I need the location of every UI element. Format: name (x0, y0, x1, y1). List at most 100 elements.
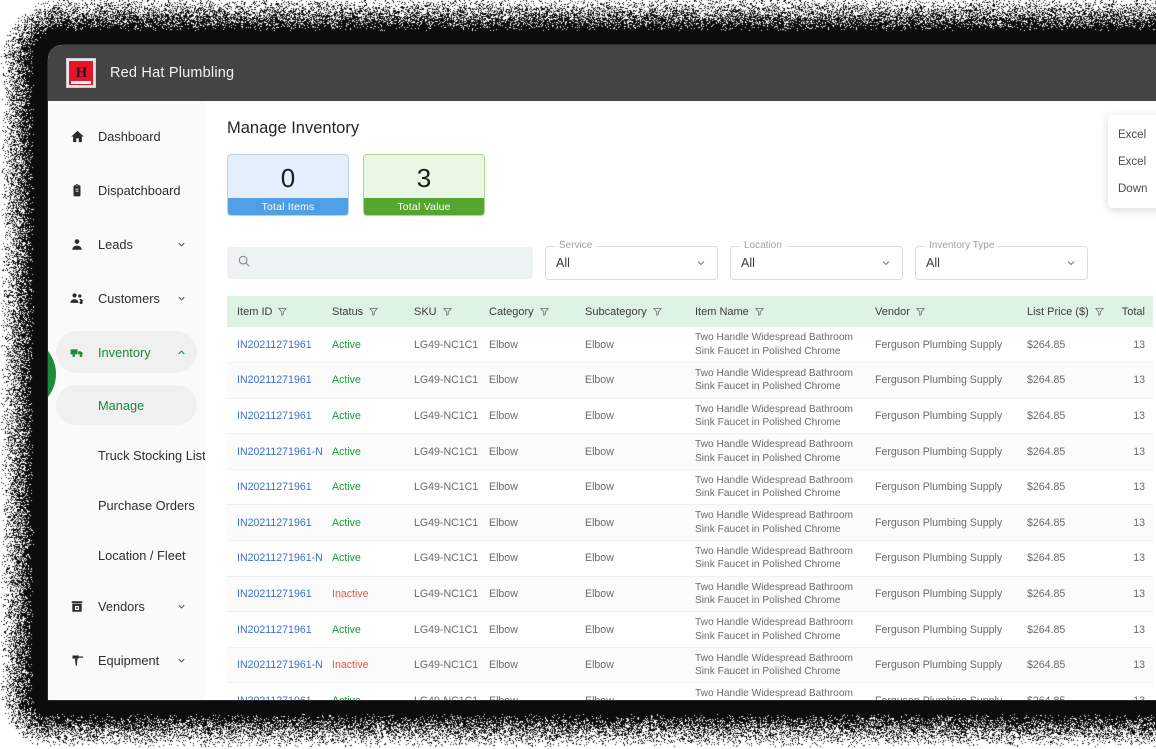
filter-funnel-icon[interactable] (540, 307, 549, 316)
cell-status: Active (322, 683, 404, 700)
cell-subcategory: Elbow (575, 469, 685, 505)
filter-funnel-icon[interactable] (755, 307, 764, 316)
menu-item-excel-import[interactable]: Excel (1108, 121, 1156, 148)
table-row[interactable]: IN20211271961ActiveLG49-NC1C1ElbowElbowT… (227, 683, 1153, 700)
cell-item-id[interactable]: IN20211271961 (227, 683, 322, 700)
table-body: IN20211271961 Active LG49-NC1C1 Elbow Elbow T… (227, 327, 1153, 700)
filter-funnel-icon[interactable] (916, 307, 925, 316)
cell-item-id[interactable]: IN20211271961-N (227, 647, 322, 683)
cell-item-name: Two Handle Widespread Bathroom Sink Fauc… (685, 612, 865, 648)
inventory-table-wrapper: Item ID Status SKU Category Subcategory Item … (227, 296, 1153, 700)
cell-category: Elbow (479, 683, 575, 700)
table-row[interactable]: IN20211271961ActiveLG49-NC1C1ElbowElbowT… (227, 327, 1153, 363)
cell-category: Elbow (479, 612, 575, 648)
cell-vendor: Ferguson Plumbing Supply (865, 469, 1017, 505)
sidebar-item-dispatchboard[interactable]: Dispatchboard (56, 169, 197, 211)
cell-subcategory: Elbow (575, 505, 685, 541)
column-header-item-name[interactable]: Item Name (685, 296, 865, 327)
store-icon (66, 599, 88, 614)
stat-card-total-items[interactable]: 0 Search here Total Items (227, 154, 349, 216)
column-header-vendor[interactable]: Vendor (865, 296, 1017, 327)
cell-list-price: $264.85 (1017, 505, 1103, 541)
column-header-label: Category (489, 306, 534, 318)
sidebar-item-pricebook[interactable]: Pricebook (56, 693, 197, 700)
column-header-total[interactable]: Total (1103, 296, 1153, 327)
cell-total: 13 (1103, 541, 1153, 577)
table-row[interactable]: IN20211271961-N Active LG49-NC1C1 Elbow Elbo… (227, 541, 1153, 577)
filter-label: Service (555, 240, 596, 251)
table-row[interactable]: IN20211271961-N Inactive LG49-NC1C1 Elbow El… (227, 647, 1153, 683)
stats-row: 0 Search here Total Items 3 Total Value (227, 154, 1156, 216)
cell-item-name: Two Handle Widespread Bathroom Sink Fauc… (685, 434, 865, 470)
cell-item-id[interactable]: IN20211271961-N (227, 541, 322, 577)
search-input[interactable] (259, 256, 523, 270)
menu-item-download[interactable]: Down (1108, 175, 1156, 202)
menu-item-excel-export[interactable]: Excel (1108, 148, 1156, 175)
sidebar-item-label: Leads (98, 237, 133, 252)
sidebar-subitem-location-fleet[interactable]: Location / Fleet (56, 535, 197, 575)
table-row[interactable]: IN20211271961ActiveLG49-NC1C1ElbowElbowT… (227, 363, 1153, 399)
cell-list-price: $264.85 (1017, 576, 1103, 612)
table-row[interactable]: IN20211271961ActiveLG49-NC1C1ElbowElbowT… (227, 612, 1153, 648)
chevron-down-icon (176, 601, 187, 612)
table-row[interactable]: IN20211271961ActiveLG49-NC1C1ElbowElbowT… (227, 505, 1153, 541)
column-header-category[interactable]: Category (479, 296, 575, 327)
cell-list-price: $264.85 (1017, 469, 1103, 505)
filter-funnel-icon[interactable] (1095, 307, 1104, 316)
column-header-label: Subcategory (585, 306, 647, 318)
sidebar-item-vendors[interactable]: Vendors (56, 585, 197, 627)
filter-funnel-icon[interactable] (369, 307, 378, 316)
top-app-bar: H Red Hat Plumbling (48, 45, 1156, 101)
cell-list-price: $264.85 (1017, 327, 1103, 363)
export-dropdown-menu[interactable]: Excel Excel Down (1108, 115, 1156, 208)
cell-item-id[interactable]: IN20211271961 (227, 612, 322, 648)
column-header-list-price[interactable]: List Price ($) (1017, 296, 1103, 327)
cell-item-id[interactable]: IN20211271961 (227, 469, 322, 505)
column-header-label: Status (332, 306, 363, 318)
sidebar-item-dashboard[interactable]: Dashboard (56, 115, 197, 157)
cell-vendor: Ferguson Plumbing Supply (865, 398, 1017, 434)
cell-item-id[interactable]: IN20211271961 (227, 327, 322, 363)
filter-funnel-icon[interactable] (278, 307, 287, 316)
sidebar-item-equipment[interactable]: Equipment (56, 639, 197, 681)
cell-sku: LG49-NC1C1 (404, 469, 479, 505)
cell-item-id[interactable]: IN20211271961 (227, 363, 322, 399)
search-box[interactable] (227, 247, 533, 279)
cell-item-id[interactable]: IN20211271961 (227, 576, 322, 612)
table-row[interactable]: IN20211271961-N Active LG49-NC1C1 Elbow Elbo… (227, 434, 1153, 470)
sidebar-subitem-manage[interactable]: Manage (56, 385, 197, 425)
sidebar-item-inventory[interactable]: Inventory (56, 331, 197, 373)
brand-logo: H (66, 58, 96, 88)
cell-item-name: Two Handle Widespread Bathroom Sink Fauc… (685, 647, 865, 683)
sidebar-item-label: Vendors (98, 599, 145, 614)
filter-location[interactable]: Location All (730, 246, 903, 280)
sidebar-subitem-truck-stocking-list[interactable]: Truck Stocking List (56, 435, 197, 475)
column-header-status[interactable]: Status (322, 296, 404, 327)
cell-vendor: Ferguson Plumbing Supply (865, 541, 1017, 577)
cell-item-id[interactable]: IN20211271961 (227, 398, 322, 434)
sidebar-item-leads[interactable]: Leads (56, 223, 197, 265)
table-row[interactable]: IN20211271961ActiveLG49-NC1C1ElbowElbowT… (227, 398, 1153, 434)
stat-value: 0 (281, 163, 295, 194)
filter-inventory-type[interactable]: Inventory Type All (915, 246, 1088, 280)
sidebar-subitem-purchase-orders[interactable]: Purchase Orders (56, 485, 197, 525)
cell-category: Elbow (479, 541, 575, 577)
table-row[interactable]: IN20211271961ActiveLG49-NC1C1ElbowElbowT… (227, 469, 1153, 505)
filter-service[interactable]: Service All (545, 246, 718, 280)
cell-category: Elbow (479, 505, 575, 541)
cell-item-id[interactable]: IN20211271961-N (227, 434, 322, 470)
brand-title: Red Hat Plumbling (110, 65, 234, 81)
filter-funnel-icon[interactable] (653, 307, 662, 316)
column-header-sku[interactable]: SKU (404, 296, 479, 327)
filter-funnel-icon[interactable] (443, 307, 452, 316)
cell-item-name: Two Handle Widespread Bathroom Sink Fauc… (685, 469, 865, 505)
cell-item-id[interactable]: IN20211271961 (227, 505, 322, 541)
cell-vendor: Ferguson Plumbing Supply (865, 612, 1017, 648)
column-header-subcategory[interactable]: Subcategory (575, 296, 685, 327)
table-row[interactable]: IN20211271961 Inactive LG49-NC1C1 Elbow Elbo… (227, 576, 1153, 612)
cell-list-price: $264.85 (1017, 683, 1103, 700)
sidebar-item-customers[interactable]: Customers (56, 277, 197, 319)
stat-card-total-value[interactable]: 3 Total Value (363, 154, 485, 216)
column-header-item-id[interactable]: Item ID (227, 296, 322, 327)
cell-sku: LG49-NC1C1 (404, 505, 479, 541)
